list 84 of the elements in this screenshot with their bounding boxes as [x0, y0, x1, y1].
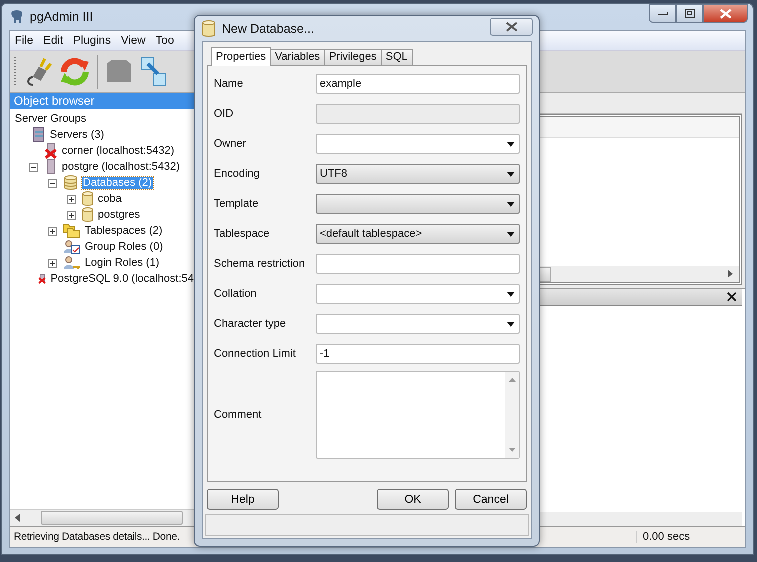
- tree-item[interactable]: PostgreSQL 9.0 (localhost:54: [50, 273, 195, 285]
- tree-item[interactable]: Servers (3): [49, 129, 106, 141]
- status-message: Retrieving Databases details... Done.: [13, 531, 181, 543]
- field-label: Collation: [214, 288, 258, 300]
- menu-item[interactable]: File: [10, 34, 39, 46]
- field-label: Name: [214, 78, 244, 90]
- dropdown[interactable]: <default tablespace>: [316, 224, 520, 244]
- comment-field[interactable]: [316, 371, 520, 459]
- tree-item[interactable]: Tablespaces (2): [84, 225, 164, 237]
- menu-item[interactable]: Edit: [38, 34, 68, 46]
- field-label: Tablespace: [214, 228, 271, 240]
- database-icon: [82, 191, 94, 207]
- maximize-icon: [684, 9, 694, 18]
- field-label: Character type: [214, 318, 288, 330]
- dropdown-arrow-icon: [507, 292, 515, 296]
- text-field[interactable]: example: [316, 74, 520, 94]
- dropdown-arrow-icon: [507, 322, 515, 326]
- dropdown-arrow-icon: [507, 172, 515, 176]
- dropdown[interactable]: [316, 194, 520, 214]
- text-field[interactable]: [316, 254, 520, 274]
- dialog-button[interactable]: OK: [377, 489, 449, 510]
- tree-item[interactable]: Server Groups: [14, 113, 88, 125]
- text-field[interactable]: -1: [316, 344, 520, 364]
- expand-toggle-icon[interactable]: [48, 178, 57, 188]
- tab[interactable]: Variables: [270, 49, 326, 65]
- group-roles-icon: [63, 239, 81, 255]
- close-button[interactable]: [490, 18, 533, 36]
- database-stack-icon: [63, 175, 79, 191]
- scroll-down-icon[interactable]: [508, 448, 516, 452]
- minimize-icon: [658, 12, 668, 16]
- field-label: Schema restriction: [214, 258, 306, 270]
- expand-toggle-icon[interactable]: [67, 194, 76, 204]
- expand-toggle-icon[interactable]: [67, 210, 76, 220]
- field-label: Template: [214, 198, 260, 210]
- right-arrow-icon[interactable]: [728, 270, 733, 278]
- elephant-icon: [9, 9, 25, 25]
- field-label: Connection Limit: [214, 348, 297, 360]
- menu-item[interactable]: Plugins: [68, 34, 116, 46]
- dropdown-arrow-icon: [507, 202, 515, 206]
- tree-item[interactable]: postgre (localhost:5432): [61, 161, 182, 173]
- scroll-up-icon[interactable]: [508, 378, 516, 382]
- status-time: 0.00 secs: [636, 531, 690, 543]
- server-error-icon: [44, 143, 58, 159]
- menu-item[interactable]: Too: [150, 34, 180, 46]
- field-label: Encoding: [214, 168, 261, 180]
- maximize-button[interactable]: [676, 4, 703, 23]
- close-pane-icon[interactable]: [727, 292, 737, 302]
- dropdown-arrow-icon: [507, 142, 515, 146]
- dropdown-arrow-icon: [507, 232, 515, 236]
- minimize-button[interactable]: [649, 4, 676, 23]
- database-icon: [202, 20, 216, 38]
- tree-item[interactable]: postgres: [97, 209, 142, 221]
- vertical-scrollbar[interactable]: [505, 372, 519, 458]
- tree-item[interactable]: corner (localhost:5432): [61, 145, 176, 157]
- window-title: pgAdmin III: [30, 10, 94, 24]
- close-icon: [720, 8, 732, 18]
- tree-item[interactable]: Group Roles (0): [84, 241, 164, 253]
- servers-icon: [32, 127, 46, 143]
- menu-item[interactable]: View: [116, 34, 151, 46]
- database-icon: [82, 207, 94, 223]
- folders-icon: [63, 223, 81, 239]
- close-button[interactable]: [703, 4, 748, 23]
- close-icon: [506, 22, 518, 32]
- field-label: Owner: [214, 138, 248, 150]
- tab[interactable]: Properties: [211, 47, 272, 66]
- expand-toggle-icon[interactable]: [48, 226, 57, 236]
- dialog-button[interactable]: Cancel: [455, 489, 527, 510]
- horizontal-scrollbar[interactable]: [10, 509, 195, 526]
- tree-item[interactable]: Login Roles (1): [84, 257, 161, 269]
- field-label: Comment: [214, 409, 263, 421]
- tab[interactable]: SQL: [380, 49, 413, 65]
- left-arrow-icon[interactable]: [15, 514, 20, 522]
- login-roles-icon: [63, 255, 81, 271]
- dropdown[interactable]: UTF8: [316, 164, 520, 184]
- tree-item[interactable]: coba: [97, 193, 123, 205]
- expand-toggle-icon[interactable]: [29, 162, 38, 172]
- dialog-title: New Database...: [222, 22, 314, 36]
- expand-toggle-icon[interactable]: [48, 258, 57, 268]
- dialog-button[interactable]: Help: [207, 489, 279, 510]
- panel-title: Object browser: [10, 93, 195, 109]
- scrollbar-thumb[interactable]: [41, 511, 183, 525]
- tab[interactable]: Privileges: [324, 49, 382, 65]
- refresh-icon[interactable]: [59, 56, 91, 88]
- field-label: OID: [214, 108, 235, 120]
